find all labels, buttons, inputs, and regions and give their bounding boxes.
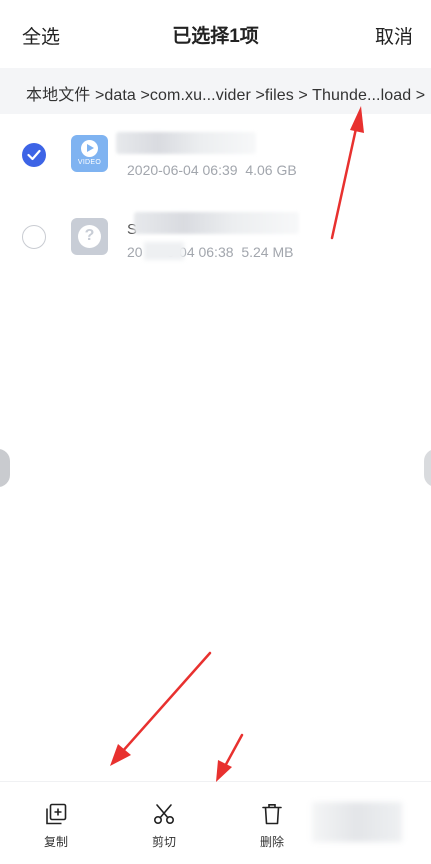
file-meta: 2020-06-04 06:39 4.06 GB [127, 162, 297, 178]
play-icon [81, 140, 98, 157]
scissors-icon [153, 804, 175, 825]
bottom-toolbar: 复制 剪切 删除 [0, 781, 431, 864]
delete-label: 删除 [259, 835, 284, 849]
copy-label: 复制 [43, 835, 68, 849]
copy-button[interactable]: 复制 [26, 796, 86, 856]
file-row[interactable]: ? S 20 6-04 06:38 5.24 MB [0, 200, 431, 272]
watermark-redacted [312, 802, 402, 842]
arrow-to-copy [110, 651, 212, 766]
copy-icon [46, 803, 67, 825]
file-date: 2020-06-04 06:39 [127, 162, 238, 178]
video-icon-label: VIDEO [77, 159, 102, 166]
file-row[interactable]: VIDEO 2020-06-04 06:39 4.06 GB [0, 118, 431, 190]
unknown-file-icon: ? [71, 218, 108, 255]
question-mark-glyph: ? [84, 227, 95, 244]
delete-button[interactable]: 删除 [242, 796, 302, 856]
left-edge-handle[interactable] [0, 449, 10, 487]
question-icon: ? [78, 225, 101, 248]
cut-button[interactable]: 剪切 [134, 796, 194, 856]
arrow-to-cut [216, 733, 244, 782]
checkmark-icon [27, 149, 41, 161]
trash-icon [262, 804, 282, 825]
cancel-button[interactable]: 取消 [375, 22, 413, 49]
cut-label: 剪切 [151, 835, 176, 849]
header-bar: 全选 已选择1项 取消 [0, 0, 431, 68]
checked-checkbox[interactable] [22, 143, 46, 167]
file-date-prefix: 20 [127, 244, 143, 260]
file-size: 5.24 MB [241, 244, 294, 260]
file-name-redacted [116, 132, 256, 154]
file-size: 4.06 GB [245, 162, 297, 178]
right-edge-handle[interactable] [424, 449, 431, 487]
breadcrumb: 本地文件 >data >com.xu...vider >files > Thun… [0, 68, 431, 114]
video-file-icon: VIDEO [71, 135, 108, 172]
page-title: 已选择1项 [172, 26, 259, 47]
file-name-redacted [134, 212, 299, 234]
date-redacted [144, 242, 184, 260]
breadcrumb-path[interactable]: 本地文件 >data >com.xu...vider >files > Thun… [26, 81, 425, 105]
unchecked-checkbox[interactable] [22, 225, 46, 249]
